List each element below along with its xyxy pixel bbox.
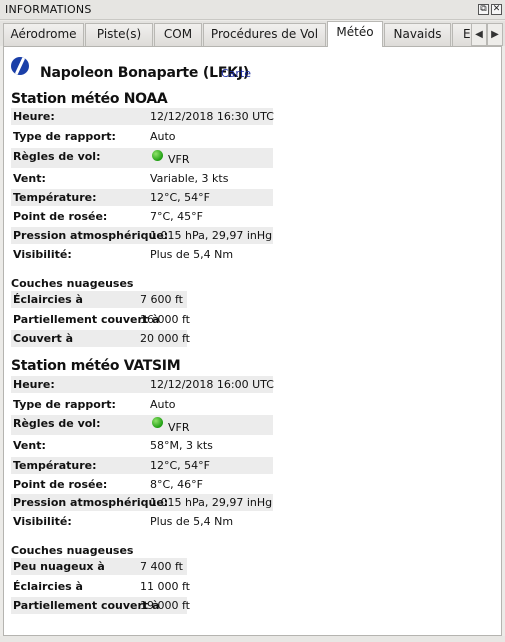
tab-scroll-right-icon[interactable]: ▶ [487,23,503,46]
table-row: Peu nuageux à 7 400 ft [11,558,187,575]
field-label: Peu nuageux à [13,560,105,573]
field-value: Plus de 5,4 Nm [150,515,234,528]
field-label: Vent: [13,172,46,185]
field-value: 12/12/2018 16:00 UTC [150,378,274,391]
field-label: Point de rosée: [13,210,108,223]
table-row: Température: 12°C, 54°F [11,189,273,206]
vfr-status-icon [152,150,163,161]
table-row: Éclaircies à 7 600 ft [11,291,187,308]
noaa-station-title: Station météo NOAA [11,91,168,107]
field-label: Visibilité: [13,248,72,261]
tab-procedures[interactable]: Procédures de Vol [203,23,326,46]
table-row: Type de rapport: Auto [11,128,273,145]
field-value: 7 400 ft [140,560,183,573]
tab-com[interactable]: COM [154,23,202,46]
field-value: 12/12/2018 16:30 UTC [150,110,274,123]
field-label: Température: [13,459,97,472]
field-label: Partiellement couvert à [13,599,160,612]
table-row: Règles de vol: VFR [11,148,273,168]
field-value: 7°C, 45°F [150,210,203,223]
field-label: Heure: [13,110,55,123]
field-label: Partiellement couvert à [13,313,160,326]
window-title: INFORMATIONS [5,3,92,16]
field-value: 58°M, 3 kts [150,439,213,452]
table-row: Visibilité: Plus de 5,4 Nm [11,246,273,263]
field-label: Pression atmosphérique: [13,229,169,242]
table-row: Couvert à 20 000 ft [11,330,190,347]
field-value: 19 000 ft [140,599,190,612]
field-value: 1 015 hPa, 29,97 inHg [150,229,273,242]
table-row: Partiellement couvert à 19 000 ft [11,597,190,614]
table-row: Heure: 12/12/2018 16:30 UTC [11,108,274,125]
field-label: Visibilité: [13,515,72,528]
field-label: Température: [13,191,97,204]
field-value: 16 000 ft [140,313,190,326]
field-value: 12°C, 54°F [150,459,210,472]
table-row: Point de rosée: 7°C, 45°F [11,208,273,225]
map-link[interactable]: Carte [221,67,251,80]
field-label: Éclaircies à [13,580,83,593]
tab-navaids[interactable]: Navaids [384,23,451,46]
vatsim-station-title: Station météo VATSIM [11,358,181,374]
tab-scroll-left-icon[interactable]: ◀ [471,23,487,46]
field-label: Vent: [13,439,46,452]
field-label: Pression atmosphérique: [13,496,169,509]
field-label: Règles de vol: [13,150,101,163]
restore-icon[interactable]: ⧉ [478,4,489,15]
tab-meteo[interactable]: Météo [327,21,383,47]
tab-pistes[interactable]: Piste(s) [85,23,153,46]
table-row: Température: 12°C, 54°F [11,457,273,474]
table-row: Éclaircies à 11 000 ft [11,578,190,595]
vatsim-clouds-title: Couches nuageuses [11,544,134,557]
field-value: 7 600 ft [140,293,183,306]
table-row: Règles de vol: VFR [11,415,273,435]
table-row: Vent: Variable, 3 kts [11,170,273,187]
field-value: VFR [168,153,190,166]
tab-aerodrome[interactable]: Aérodrome [3,23,84,46]
airport-name: Napoleon Bonaparte (LFKJ) [40,65,250,81]
field-label: Point de rosée: [13,478,108,491]
table-row: Heure: 12/12/2018 16:00 UTC [11,376,274,393]
field-value: 20 000 ft [140,332,190,345]
field-value: Variable, 3 kts [150,172,229,185]
field-value: 1 015 hPa, 29,97 inHg [150,496,273,509]
bottom-statusbar [0,636,505,642]
field-label: Éclaircies à [13,293,83,306]
table-row: Visibilité: Plus de 5,4 Nm [11,513,273,530]
window-titlebar: INFORMATIONS ⧉ ✕ [0,0,505,20]
field-value: 11 000 ft [140,580,190,593]
tab-bar: Aérodrome Piste(s) COM Procédures de Vol… [0,21,505,47]
field-label: Heure: [13,378,55,391]
close-icon[interactable]: ✕ [491,4,502,15]
field-value: Auto [150,398,176,411]
table-row: Pression atmosphérique: 1 015 hPa, 29,97… [11,227,273,244]
field-value: 12°C, 54°F [150,191,210,204]
vfr-status-icon [152,417,163,428]
airport-icon [11,57,29,75]
meteo-panel: Napoleon Bonaparte (LFKJ) Carte Station … [3,46,502,636]
field-label: Type de rapport: [13,130,116,143]
field-label: Type de rapport: [13,398,116,411]
field-value: VFR [168,421,190,434]
table-row: Type de rapport: Auto [11,396,273,413]
field-label: Couvert à [13,332,74,345]
field-label: Règles de vol: [13,417,101,430]
field-value: Auto [150,130,176,143]
table-row: Point de rosée: 8°C, 46°F [11,476,273,493]
field-value: 8°C, 46°F [150,478,203,491]
table-row: Pression atmosphérique: 1 015 hPa, 29,97… [11,494,273,511]
table-row: Vent: 58°M, 3 kts [11,437,273,454]
noaa-clouds-title: Couches nuageuses [11,277,134,290]
table-row: Partiellement couvert à 16 000 ft [11,311,190,328]
field-value: Plus de 5,4 Nm [150,248,234,261]
